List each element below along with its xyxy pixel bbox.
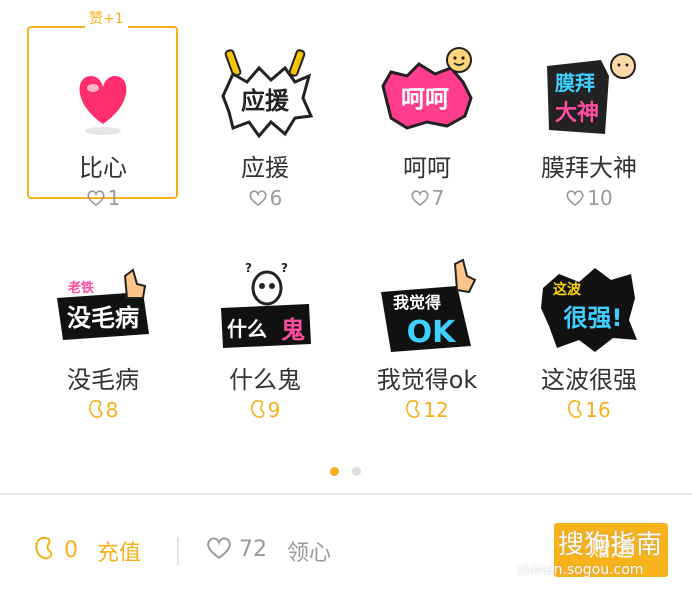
- heart-outline-icon: [207, 537, 231, 560]
- worship-sticker-icon: 膜拜 大神: [547, 53, 636, 134]
- no-problem-sticker-icon: 老铁 没毛病: [57, 268, 149, 340]
- sticker-art-text-top: 这波: [553, 281, 582, 298]
- what-ghost-sticker-icon: ? ? 什么 鬼: [221, 261, 311, 348]
- gift-name: 什么鬼: [229, 366, 301, 394]
- gift-item-zhebohenqiang[interactable]: 这波 很强! 这波很强 16: [514, 230, 664, 422]
- sticker-art-text-bottom: 鬼: [281, 316, 305, 344]
- gift-name: 呵呵: [403, 154, 451, 182]
- heart-balance-value: 72: [239, 537, 267, 562]
- gift-item-meimaobing[interactable]: 老铁 没毛病 没毛病 8: [28, 230, 178, 422]
- sticker-art-text-top: 老铁: [67, 280, 94, 296]
- gift-name: 比心: [79, 154, 127, 182]
- heart-sticker-icon: [79, 76, 127, 135]
- sticker-art-text-bottom: 大神: [555, 100, 599, 126]
- gift-name: 膜拜大神: [541, 154, 637, 182]
- page-dot-active[interactable]: [330, 467, 339, 476]
- bean-balance: 0: [34, 535, 78, 563]
- gift-price: 7: [352, 186, 502, 210]
- gift-price: 1: [28, 186, 178, 210]
- gift-name: 这波很强: [541, 366, 637, 394]
- sticker-art-text-top: 膜拜: [554, 71, 595, 95]
- bean-icon: [88, 400, 103, 418]
- gift-grid: 赞+1 比心 1 应援 应援 6 呵呵 呵呵 7 膜拜 大神 膜拜大神 10 老…: [0, 0, 692, 460]
- sticker-art-text-top: 什么: [227, 317, 267, 341]
- gift-item-bixin[interactable]: 比心 1: [28, 18, 178, 210]
- heart-outline-icon: [411, 190, 429, 206]
- gift-item-mobai[interactable]: 膜拜 大神 膜拜大神 10: [514, 18, 664, 210]
- recharge-button[interactable]: 充值: [97, 535, 141, 567]
- footer-separator: [177, 537, 179, 565]
- ok-sticker-icon: 我觉得 OK: [381, 258, 477, 352]
- bean-icon: [250, 400, 265, 418]
- page-dot-inactive[interactable]: [352, 467, 361, 476]
- gift-item-shenmegui[interactable]: ? ? 什么 鬼 什么鬼 9: [190, 230, 340, 422]
- gift-price: 6: [190, 186, 340, 210]
- cheer-sticker-icon: 应援: [221, 49, 314, 139]
- gift-name: 应援: [241, 154, 289, 182]
- gift-price: 9: [190, 398, 340, 422]
- gift-price: 8: [28, 398, 178, 422]
- sticker-art-text: 应援: [241, 87, 290, 115]
- sticker-art-text: 呵呵: [401, 85, 449, 113]
- heart-outline-icon: [249, 190, 267, 206]
- heart-balance: 72: [205, 535, 267, 562]
- sticker-art-text-bottom: 没毛病: [67, 304, 139, 332]
- send-gift-button[interactable]: 赠送: [554, 523, 668, 577]
- heart-outline-icon: [87, 190, 105, 206]
- page-indicator: [330, 466, 370, 478]
- svg-text:?: ?: [281, 261, 288, 275]
- svg-text:?: ?: [245, 261, 252, 275]
- gift-item-yingyuan[interactable]: 应援 应援 6: [190, 18, 340, 210]
- gift-price: 16: [514, 398, 664, 422]
- bean-icon: [568, 400, 582, 418]
- gift-price: 10: [514, 186, 664, 210]
- gift-name: 我觉得ok: [376, 366, 478, 394]
- sticker-art-text-top: 我觉得: [393, 293, 441, 312]
- bean-icon: [35, 536, 53, 560]
- heart-outline-icon: [566, 190, 584, 206]
- hehe-sticker-icon: 呵呵: [381, 47, 473, 130]
- claim-hearts-button[interactable]: 领心: [287, 535, 331, 567]
- sticker-art-text-bottom: 很强!: [564, 304, 623, 332]
- strong-sticker-icon: 这波 很强!: [541, 268, 637, 352]
- gift-item-hehe[interactable]: 呵呵 呵呵 7: [352, 18, 502, 210]
- sticker-art-text-bottom: OK: [407, 315, 458, 350]
- gift-item-wojuedeok[interactable]: 我觉得 OK 我觉得ok 12: [352, 230, 502, 422]
- gift-name: 没毛病: [67, 366, 139, 394]
- gift-price: 12: [352, 398, 502, 422]
- bean-balance-value: 0: [64, 538, 78, 563]
- bean-icon: [406, 400, 420, 418]
- gift-footer-bar: 0 充值 72 领心 赠送: [0, 495, 692, 606]
